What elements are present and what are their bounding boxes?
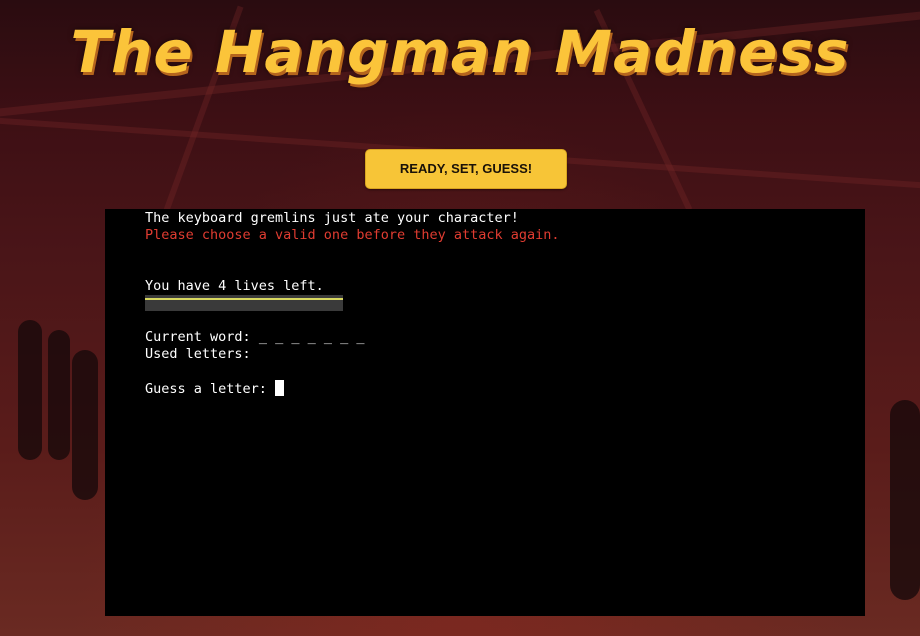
page-title: The Hangman Madness (70, 18, 850, 86)
current-word-label: Current word: (145, 329, 251, 345)
error-message-line-1: The keyboard gremlins just ate your char… (145, 210, 519, 226)
lives-bar (145, 295, 343, 311)
guess-prompt-row[interactable]: Guess a letter: (145, 380, 285, 398)
lives-text: You have 4 lives left. (145, 278, 324, 294)
current-word-row: Current word: _ _ _ _ _ _ _ (145, 329, 364, 346)
guess-prompt-label: Guess a letter: (145, 381, 267, 397)
current-word-value: _ _ _ _ _ _ _ (258, 329, 365, 345)
error-message-line-2: Please choose a valid one before they at… (145, 227, 560, 243)
terminal[interactable]: The keyboard gremlins just ate your char… (105, 209, 865, 616)
text-cursor[interactable] (275, 380, 285, 396)
start-game-button[interactable]: READY, SET, GUESS! (365, 149, 567, 189)
lives-bar-fill (145, 298, 343, 300)
used-letters-label: Used letters: (145, 346, 251, 362)
used-letters-row: Used letters: (145, 346, 259, 363)
